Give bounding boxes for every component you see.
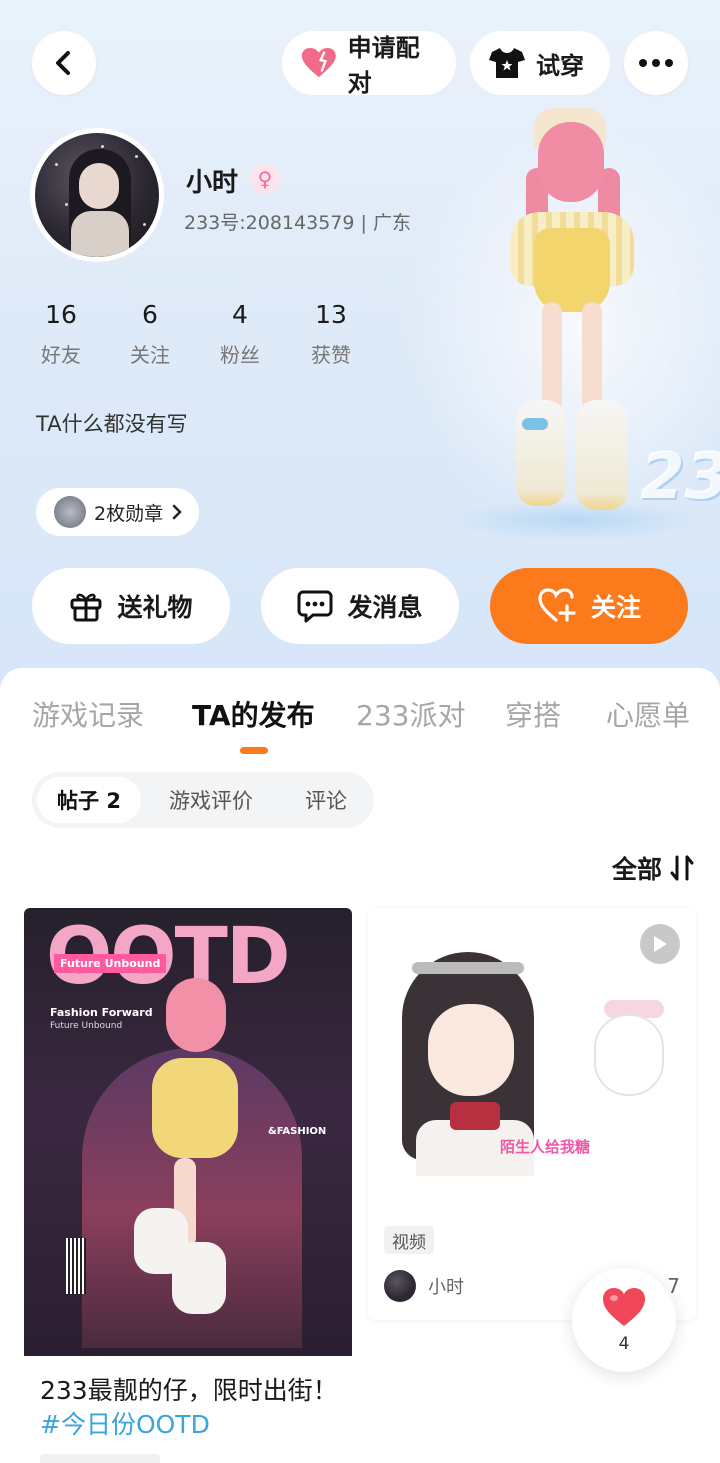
back-button[interactable] — [32, 31, 96, 95]
try-on-label: 试穿 — [536, 51, 584, 80]
follow-button[interactable]: 关注 — [490, 568, 688, 644]
post-title: 233最靓的仔，限时出街！ #今日份OOTD — [40, 1374, 340, 1442]
post-tag-partial — [40, 1454, 160, 1463]
heart-icon — [603, 1288, 645, 1326]
medals-label: 2枚勋章 — [94, 502, 164, 525]
post-title-text: 233最靓的仔，限时出街！ — [40, 1376, 338, 1405]
chevron-left-icon — [56, 51, 70, 75]
more-dots-icon — [639, 59, 673, 67]
send-message-label: 发消息 — [347, 593, 423, 622]
chat-bubble-icon — [297, 590, 333, 623]
play-icon[interactable] — [640, 924, 680, 964]
gift-icon — [70, 593, 102, 622]
user-avatar[interactable] — [30, 128, 164, 262]
like-fab-count: 4 — [618, 1334, 630, 1354]
tab-ta-posts[interactable]: TA的发布 — [192, 694, 315, 734]
author-avatar — [384, 1270, 416, 1302]
pair-request-button[interactable]: 申请配对 — [282, 31, 456, 97]
tab-active-indicator — [240, 747, 268, 754]
chevron-right-icon — [172, 504, 182, 520]
stat-likes[interactable]: 13 获赞 — [296, 300, 366, 368]
post-cover-image: OOTD Future Unbound Fashion Forward Futu… — [24, 908, 352, 1356]
stat-fans[interactable]: 4 粉丝 — [205, 300, 275, 368]
post-author[interactable]: 小时 — [384, 1270, 464, 1302]
author-name: 小时 — [428, 1277, 464, 1298]
user-id-region: 233号:208143579 | 广东 — [184, 212, 411, 234]
post-card-ootd[interactable]: OOTD Future Unbound Fashion Forward Futu… — [24, 908, 352, 1463]
cover-future-unbound: Future Unbound — [50, 1021, 123, 1031]
tab-outfits[interactable]: 穿搭 — [505, 694, 561, 734]
avatar-3d-figure[interactable] — [488, 108, 658, 518]
cover-fashion-text: &FASHION — [268, 1126, 327, 1137]
like-fab-button[interactable]: 4 — [572, 1268, 676, 1372]
female-gender-icon: ♀ — [250, 164, 280, 194]
try-on-button[interactable]: 试穿 — [470, 31, 610, 95]
follow-label: 关注 — [590, 593, 641, 622]
sort-filter-button[interactable]: 全部 — [612, 850, 694, 886]
tshirt-icon — [489, 48, 525, 78]
tab-233-party[interactable]: 233派对 — [356, 694, 465, 734]
subtab-game-reviews[interactable]: 游戏评价 — [152, 777, 270, 823]
heart-plus-icon — [538, 588, 576, 622]
send-gift-label: 送礼物 — [117, 593, 193, 622]
send-gift-button[interactable]: 送礼物 — [32, 568, 230, 644]
cover-fashion-forward: Fashion Forward — [50, 1006, 153, 1019]
post-card-video[interactable]: 陌生人给我糖 视频 小时 7 — [368, 908, 696, 1320]
post-subtabs: 帖子 2 游戏评价 评论 — [32, 772, 374, 828]
tab-game-records[interactable]: 游戏记录 — [32, 694, 144, 734]
user-bio: TA什么都没有写 — [36, 412, 188, 436]
more-options-button[interactable] — [624, 31, 688, 95]
video-cover-image: 陌生人给我糖 — [368, 908, 696, 1204]
medals-button[interactable]: 2枚勋章 — [36, 488, 200, 536]
subtab-comments[interactable]: 评论 — [282, 777, 370, 823]
heart-pair-icon — [301, 47, 336, 78]
video-caption: 陌生人给我糖 — [500, 1138, 591, 1156]
stat-friends[interactable]: 16 好友 — [26, 300, 96, 368]
video-tag: 视频 — [384, 1226, 434, 1254]
cover-future-badge: Future Unbound — [54, 954, 167, 973]
user-name: 小时 — [186, 168, 239, 198]
pair-request-label: 申请配对 — [347, 34, 420, 97]
send-message-button[interactable]: 发消息 — [261, 568, 459, 644]
sort-label: 全部 — [611, 855, 662, 884]
barcode-graphic — [66, 1238, 86, 1294]
subtab-posts[interactable]: 帖子 2 — [37, 777, 141, 823]
sort-icon — [670, 855, 694, 881]
medal-icon — [54, 496, 86, 528]
post-hashtag[interactable]: #今日份OOTD — [40, 1410, 210, 1439]
tab-wishlist[interactable]: 心愿单 — [606, 694, 690, 734]
stat-following[interactable]: 6 关注 — [115, 300, 185, 368]
